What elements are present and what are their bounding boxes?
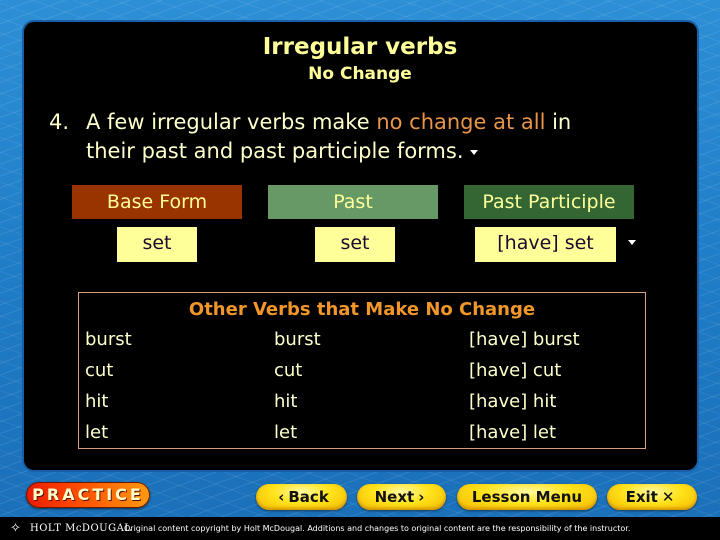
cell-participle: [have] burst [469, 329, 580, 350]
other-verbs-title: Other Verbs that Make No Change [188, 299, 536, 320]
footer: ✧ HOLT McDOUGAL Original content copyrig… [0, 517, 720, 540]
cell-past: hit [274, 391, 298, 412]
example-past-participle: [have] set [475, 227, 616, 262]
table-row: burst burst [have] burst [79, 329, 645, 360]
header-base-form: Base Form [72, 185, 242, 219]
slide-title: Irregular verbs [262, 34, 458, 60]
cell-participle: [have] let [469, 422, 557, 443]
example-base-form: set [117, 227, 197, 262]
next-label: Next [374, 488, 415, 506]
cell-past: let [274, 422, 298, 443]
footer-brand: HOLT McDOUGAL [30, 523, 132, 534]
chevron-left-icon: ‹ [278, 488, 285, 506]
advance-arrow-icon[interactable] [628, 240, 636, 245]
point-highlight: no change at all [376, 110, 546, 134]
next-button[interactable]: Next › [357, 484, 446, 510]
header-past: Past [268, 185, 438, 219]
point-paragraph: 4. A few irregular verbs make no change a… [49, 108, 669, 166]
cell-past: cut [274, 360, 303, 381]
table-row: cut cut [have] cut [79, 360, 645, 391]
header-past-participle: Past Participle [464, 185, 634, 219]
other-verbs-table: Other Verbs that Make No Change burst bu… [78, 292, 646, 449]
footer-copyright: Original content copyright by Holt McDou… [124, 524, 631, 533]
close-icon: ✕ [661, 488, 675, 506]
cell-base: burst [85, 329, 132, 350]
table-row: hit hit [have] hit [79, 391, 645, 422]
lesson-menu-button[interactable]: Lesson Menu [457, 484, 597, 510]
cell-base: hit [85, 391, 109, 412]
point-line-2: their past and past participle forms. [49, 137, 669, 166]
chevron-right-icon: › [418, 488, 425, 506]
cell-past: burst [274, 329, 321, 350]
cell-base: cut [85, 360, 114, 381]
point-number: 4. [49, 110, 70, 134]
holt-mcdougal-logo-icon: ✧ [10, 521, 21, 536]
point-line-2-text: their past and past participle forms. [86, 139, 464, 163]
exit-label: Exit [625, 488, 658, 506]
cell-participle: [have] hit [469, 391, 557, 412]
lesson-menu-label: Lesson Menu [471, 488, 583, 506]
practice-button[interactable]: PRACTICE [26, 482, 150, 508]
exit-button[interactable]: Exit ✕ [607, 484, 697, 510]
point-text-after: in [545, 110, 572, 134]
point-line-1: 4. A few irregular verbs make no change a… [49, 108, 669, 137]
table-row: let let [have] let [79, 422, 645, 453]
back-label: Back [288, 488, 329, 506]
slide-subtitle: No Change [308, 64, 412, 84]
cell-base: let [85, 422, 109, 443]
back-button[interactable]: ‹ Back [256, 484, 347, 510]
point-text-before: A few irregular verbs make [86, 110, 377, 134]
cell-participle: [have] cut [469, 360, 562, 381]
advance-arrow-icon[interactable] [469, 149, 478, 155]
example-past: set [315, 227, 395, 262]
